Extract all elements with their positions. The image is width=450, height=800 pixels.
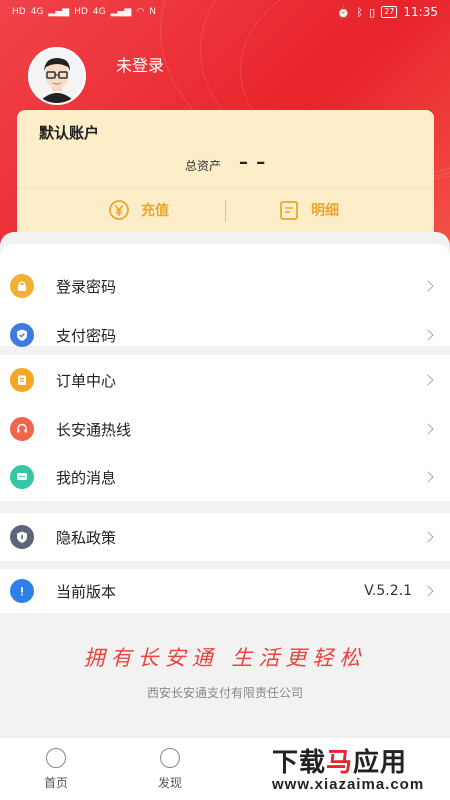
watermark-title: 下载马应用 bbox=[272, 748, 408, 778]
bluetooth-icon: ᛒ bbox=[356, 5, 364, 19]
status-network: HD 4G ▂▄▆ HD 4G ▂▄▆ ◠ N bbox=[12, 7, 156, 17]
detail-button[interactable]: 明细 bbox=[277, 198, 339, 222]
menu-item-login-password[interactable]: 登录密码 bbox=[0, 262, 450, 310]
menu-item-hotline[interactable]: 长安通热线 bbox=[0, 405, 450, 453]
menu-item-order-center[interactable]: 订单中心 bbox=[0, 356, 450, 404]
clock: 11:35 bbox=[403, 5, 438, 19]
chevron-right-icon bbox=[422, 329, 434, 341]
chevron-right-icon bbox=[422, 423, 434, 435]
account-card: 默认账户 总资产 – – 充值 明细 bbox=[17, 110, 434, 240]
card-divider bbox=[17, 188, 434, 189]
recharge-label: 充值 bbox=[141, 203, 169, 219]
shield-check-icon bbox=[10, 323, 34, 347]
version-group: 当前版本 V.5.2.1 bbox=[0, 569, 450, 613]
recharge-button[interactable]: 充值 bbox=[107, 198, 169, 222]
chevron-right-icon bbox=[422, 280, 434, 292]
account-title: 默认账户 bbox=[39, 124, 100, 142]
customer-service-icon bbox=[10, 417, 34, 441]
status-bar: HD 4G ▂▄▆ HD 4G ▂▄▆ ◠ N ⏰ ᛒ ▯ 27 11:35 bbox=[0, 0, 450, 24]
menu-item-pay-password[interactable]: 支付密码 bbox=[0, 311, 450, 359]
privacy-shield-icon bbox=[10, 525, 34, 549]
wifi-icon: ◠ bbox=[136, 7, 145, 17]
tab-discover-label: 发现 bbox=[157, 776, 182, 790]
tab-home[interactable]: 首页 bbox=[26, 748, 86, 791]
menu-label-login-password: 登录密码 bbox=[56, 277, 117, 296]
privacy-group: 隐私政策 bbox=[0, 513, 450, 561]
total-assets-value: – – bbox=[239, 152, 267, 173]
order-list-icon bbox=[10, 368, 34, 392]
menu-label-order-center: 订单中心 bbox=[56, 371, 117, 390]
version-value: V.5.2.1 bbox=[364, 583, 412, 599]
compass-icon bbox=[160, 748, 180, 768]
watermark-url: www.xiazaima.com bbox=[272, 776, 425, 793]
tab-home-label: 首页 bbox=[43, 776, 68, 790]
menu-label-pay-password: 支付密码 bbox=[56, 326, 117, 345]
company-name: 西安长安通支付有限责任公司 bbox=[146, 686, 303, 700]
detail-label: 明细 bbox=[311, 203, 339, 219]
lock-icon bbox=[10, 274, 34, 298]
security-group: 登录密码 支付密码 bbox=[0, 244, 450, 347]
signal-icon-2: ▂▄▆ bbox=[110, 7, 132, 17]
login-status-text[interactable]: 未登录 bbox=[116, 52, 164, 76]
service-group: 订单中心 长安通热线 我的消息 bbox=[0, 355, 450, 501]
battery-indicator: 27 bbox=[381, 6, 398, 18]
chevron-right-icon bbox=[422, 471, 434, 483]
menu-label-privacy-policy: 隐私政策 bbox=[56, 528, 117, 547]
signal-icon: ▂▄▆ bbox=[48, 7, 70, 17]
bill-detail-icon bbox=[280, 201, 298, 220]
menu-label-messages: 我的消息 bbox=[56, 468, 117, 487]
menu-item-privacy-policy[interactable]: 隐私政策 bbox=[0, 513, 450, 561]
menu-label-current-version: 当前版本 bbox=[56, 582, 117, 601]
tab-discover[interactable]: 发现 bbox=[140, 748, 200, 791]
chevron-right-icon bbox=[422, 531, 434, 543]
info-icon bbox=[10, 579, 34, 603]
menu-item-current-version[interactable]: 当前版本 V.5.2.1 bbox=[0, 567, 450, 615]
card-action-separator bbox=[225, 200, 226, 222]
menu-panel: 登录密码 支付密码 订单中心 长安通热线 我的消息 隐私政策 当前版本 V.5.… bbox=[0, 232, 450, 800]
message-bubble-icon bbox=[10, 465, 34, 489]
avatar[interactable] bbox=[28, 47, 86, 105]
menu-label-hotline: 长安通热线 bbox=[56, 420, 132, 439]
home-icon bbox=[46, 748, 66, 768]
total-assets-label: 总资产 bbox=[185, 159, 222, 173]
chevron-right-icon bbox=[422, 374, 434, 386]
avatar-illustration bbox=[30, 49, 84, 103]
nfc-icon: N bbox=[149, 7, 156, 17]
vibrate-icon: ▯ bbox=[369, 5, 376, 19]
brand-slogan: 拥有长安通 生活更轻松 bbox=[83, 646, 367, 670]
watermark: 下载马应用 www.xiazaima.com bbox=[268, 740, 448, 798]
alarm-icon: ⏰ bbox=[336, 5, 351, 19]
menu-item-messages[interactable]: 我的消息 bbox=[0, 453, 450, 501]
yen-coin-icon bbox=[109, 200, 129, 220]
chevron-right-icon bbox=[422, 585, 434, 597]
